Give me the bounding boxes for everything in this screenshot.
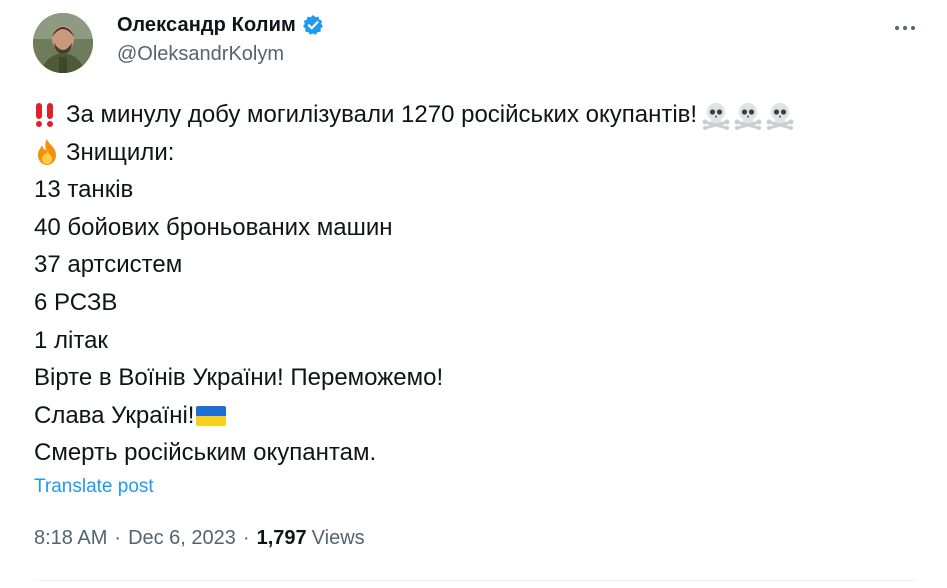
post-line-text: Вірте в Воїнів України! Переможемо! <box>34 364 444 392</box>
post-line-text: Знищили: <box>66 138 175 166</box>
post-date[interactable]: Dec 6, 2023 <box>128 527 236 550</box>
post-line-text: 13 танків <box>34 176 134 204</box>
post-line: Смерть російським окупантам. <box>34 434 914 472</box>
verified-badge-icon <box>302 14 324 36</box>
more-dot-icon <box>895 26 899 30</box>
post-line: За минулу добу могилізували 1270 російсь… <box>34 96 914 134</box>
double-exclamation-icon <box>34 102 56 128</box>
translate-post-link[interactable]: Translate post <box>34 476 154 498</box>
display-name-row: Олександр Колим <box>117 12 324 38</box>
more-options-button[interactable] <box>888 14 922 42</box>
skull-crossbones-icon <box>733 100 763 130</box>
post-line: 37 артсистем <box>34 246 914 284</box>
post-text: За минулу добу могилізували 1270 російсь… <box>34 96 914 472</box>
post-line-text: 40 бойових броньованих машин <box>34 213 393 241</box>
post-meta: 8:18 AM · Dec 6, 2023 · 1,797 Views <box>34 527 365 550</box>
more-dot-icon <box>903 26 907 30</box>
views-label: Views <box>311 527 365 549</box>
tweet: Олександр Колим @OleksandrKolym За минул… <box>0 0 947 588</box>
post-line: Слава Україні! <box>34 397 914 435</box>
meta-separator: · <box>114 527 122 549</box>
post-line: 1 літак <box>34 322 914 360</box>
post-line-text: 6 РСЗВ <box>34 288 118 316</box>
post-line: 13 танків <box>34 171 914 209</box>
divider <box>34 580 917 581</box>
author-block: Олександр Колим @OleksandrKolym <box>117 12 324 66</box>
post-line: Вірте в Воїнів України! Переможемо! <box>34 359 914 397</box>
post-line: Знищили: <box>34 134 914 172</box>
post-line-text: За минулу добу могилізували 1270 російсь… <box>66 101 698 128</box>
post-line-text: 37 артсистем <box>34 251 183 279</box>
skull-crossbones-icon <box>765 100 795 130</box>
views-count: 1,797 <box>256 527 307 549</box>
post-time[interactable]: 8:18 AM <box>34 527 107 550</box>
fire-icon <box>34 138 60 166</box>
more-dot-icon <box>911 26 915 30</box>
post-line: 6 РСЗВ <box>34 284 914 322</box>
avatar[interactable] <box>33 13 93 73</box>
avatar-photo <box>33 13 93 73</box>
skull-crossbones-icon <box>701 100 731 130</box>
meta-separator: · <box>242 527 250 549</box>
post-line-text: Слава Україні! <box>34 401 195 429</box>
handle[interactable]: @OleksandrKolym <box>117 43 324 66</box>
ukraine-flag-icon <box>196 405 227 426</box>
skull-group <box>701 100 795 130</box>
post-line-text: 1 літак <box>34 326 108 354</box>
post-line-text: Смерть російським окупантам. <box>34 439 377 467</box>
post-line: 40 бойових броньованих машин <box>34 209 914 247</box>
display-name[interactable]: Олександр Колим <box>117 14 296 37</box>
